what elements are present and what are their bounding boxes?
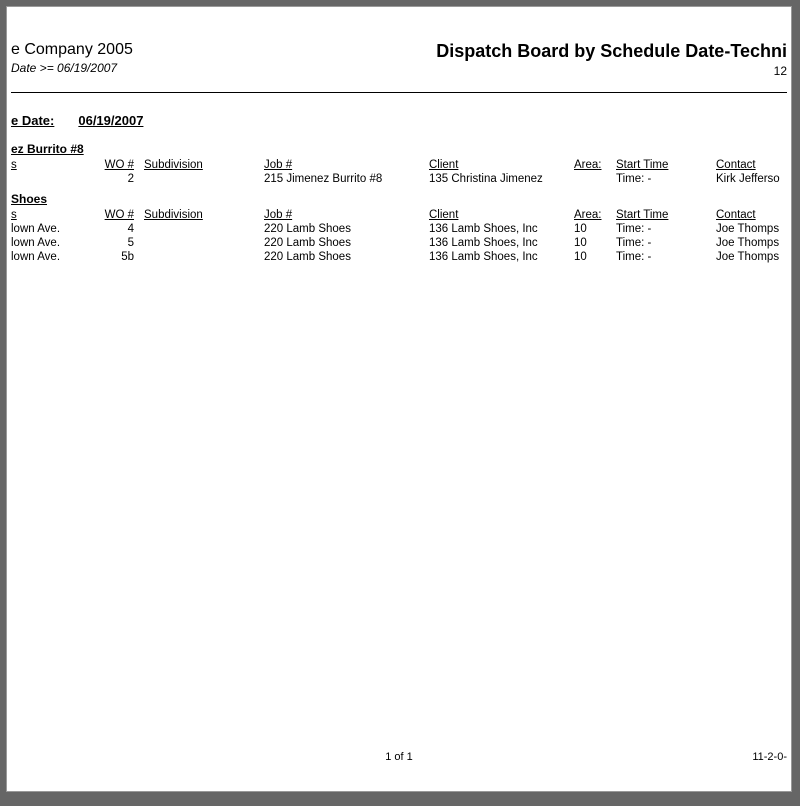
schedule-date-value: 06/19/2007 [78, 113, 143, 128]
col-subdivision: Subdivision [144, 158, 264, 172]
cell-subdivision [144, 222, 264, 236]
col-wo: WO # [99, 208, 144, 222]
col-area: Area: [574, 158, 616, 172]
col-address: s [11, 208, 99, 222]
cell-wo: 5 [99, 236, 144, 250]
col-contact: Contact [716, 208, 800, 222]
page-indicator: 1 of 1 [385, 751, 413, 763]
group-title: ez Burrito #8 [11, 142, 787, 156]
cell-contact: Joe Thomps [716, 250, 800, 264]
cell-area [574, 172, 616, 186]
col-start: Start Time [616, 158, 716, 172]
cell-subdivision [144, 250, 264, 264]
table-row: lown Ave. 5b 220 Lamb Shoes 136 Lamb Sho… [11, 250, 800, 264]
schedule-date-line: e Date: 06/19/2007 [11, 113, 787, 128]
report-footer: 1 of 1 11-2-0- [11, 751, 787, 763]
cell-contact: Kirk Jefferso [716, 172, 800, 186]
cell-address: lown Ave. [11, 250, 99, 264]
col-start: Start Time [616, 208, 716, 222]
cell-address: lown Ave. [11, 222, 99, 236]
cell-start: Time: - [616, 236, 716, 250]
cell-start: Time: - [616, 222, 716, 236]
cell-wo: 5b [99, 250, 144, 264]
cell-start: Time: - [616, 172, 716, 186]
cell-client: 136 Lamb Shoes, Inc [429, 236, 574, 250]
table-header-row: s WO # Subdivision Job # Client Area: St… [11, 208, 800, 222]
report-content: e Date: 06/19/2007 ez Burrito #8 s WO # S… [7, 93, 791, 264]
col-job: Job # [264, 208, 429, 222]
col-job: Job # [264, 158, 429, 172]
cell-client: 136 Lamb Shoes, Inc [429, 250, 574, 264]
cell-client: 136 Lamb Shoes, Inc [429, 222, 574, 236]
report-title: Dispatch Board by Schedule Date-Techni [436, 41, 787, 62]
col-area: Area: [574, 208, 616, 222]
cell-job: 220 Lamb Shoes [264, 222, 429, 236]
col-client: Client [429, 208, 574, 222]
cell-contact: Joe Thomps [716, 222, 800, 236]
filter-text: Date >= 06/19/2007 [11, 61, 133, 75]
cell-address [11, 172, 99, 186]
group-title: Shoes [11, 192, 787, 206]
build-number: 11-2-0- [752, 751, 787, 763]
cell-address: lown Ave. [11, 236, 99, 250]
cell-wo: 4 [99, 222, 144, 236]
col-address: s [11, 158, 99, 172]
cell-start: Time: - [616, 250, 716, 264]
dispatch-table: s WO # Subdivision Job # Client Area: St… [11, 158, 800, 186]
dispatch-table: s WO # Subdivision Job # Client Area: St… [11, 208, 800, 264]
cell-subdivision [144, 236, 264, 250]
table-row: lown Ave. 5 220 Lamb Shoes 136 Lamb Shoe… [11, 236, 800, 250]
table-header-row: s WO # Subdivision Job # Client Area: St… [11, 158, 800, 172]
cell-client: 135 Christina Jimenez [429, 172, 574, 186]
report-header: e Company 2005 Date >= 06/19/2007 Dispat… [11, 7, 787, 93]
header-left: e Company 2005 Date >= 06/19/2007 [11, 41, 133, 75]
cell-area: 10 [574, 222, 616, 236]
cell-wo: 2 [99, 172, 144, 186]
report-page: e Company 2005 Date >= 06/19/2007 Dispat… [6, 6, 792, 792]
col-contact: Contact [716, 158, 800, 172]
table-row: 2 215 Jimenez Burrito #8 135 Christina J… [11, 172, 800, 186]
company-name: e Company 2005 [11, 41, 133, 59]
table-row: lown Ave. 4 220 Lamb Shoes 136 Lamb Shoe… [11, 222, 800, 236]
col-wo: WO # [99, 158, 144, 172]
cell-job: 220 Lamb Shoes [264, 236, 429, 250]
schedule-date-label: e Date: [11, 113, 54, 128]
col-client: Client [429, 158, 574, 172]
cell-job: 220 Lamb Shoes [264, 250, 429, 264]
cell-area: 10 [574, 236, 616, 250]
cell-contact: Joe Thomps [716, 236, 800, 250]
cell-subdivision [144, 172, 264, 186]
report-subnum: 12 [436, 64, 787, 78]
col-subdivision: Subdivision [144, 208, 264, 222]
cell-job: 215 Jimenez Burrito #8 [264, 172, 429, 186]
cell-area: 10 [574, 250, 616, 264]
header-right: Dispatch Board by Schedule Date-Techni 1… [436, 41, 787, 78]
